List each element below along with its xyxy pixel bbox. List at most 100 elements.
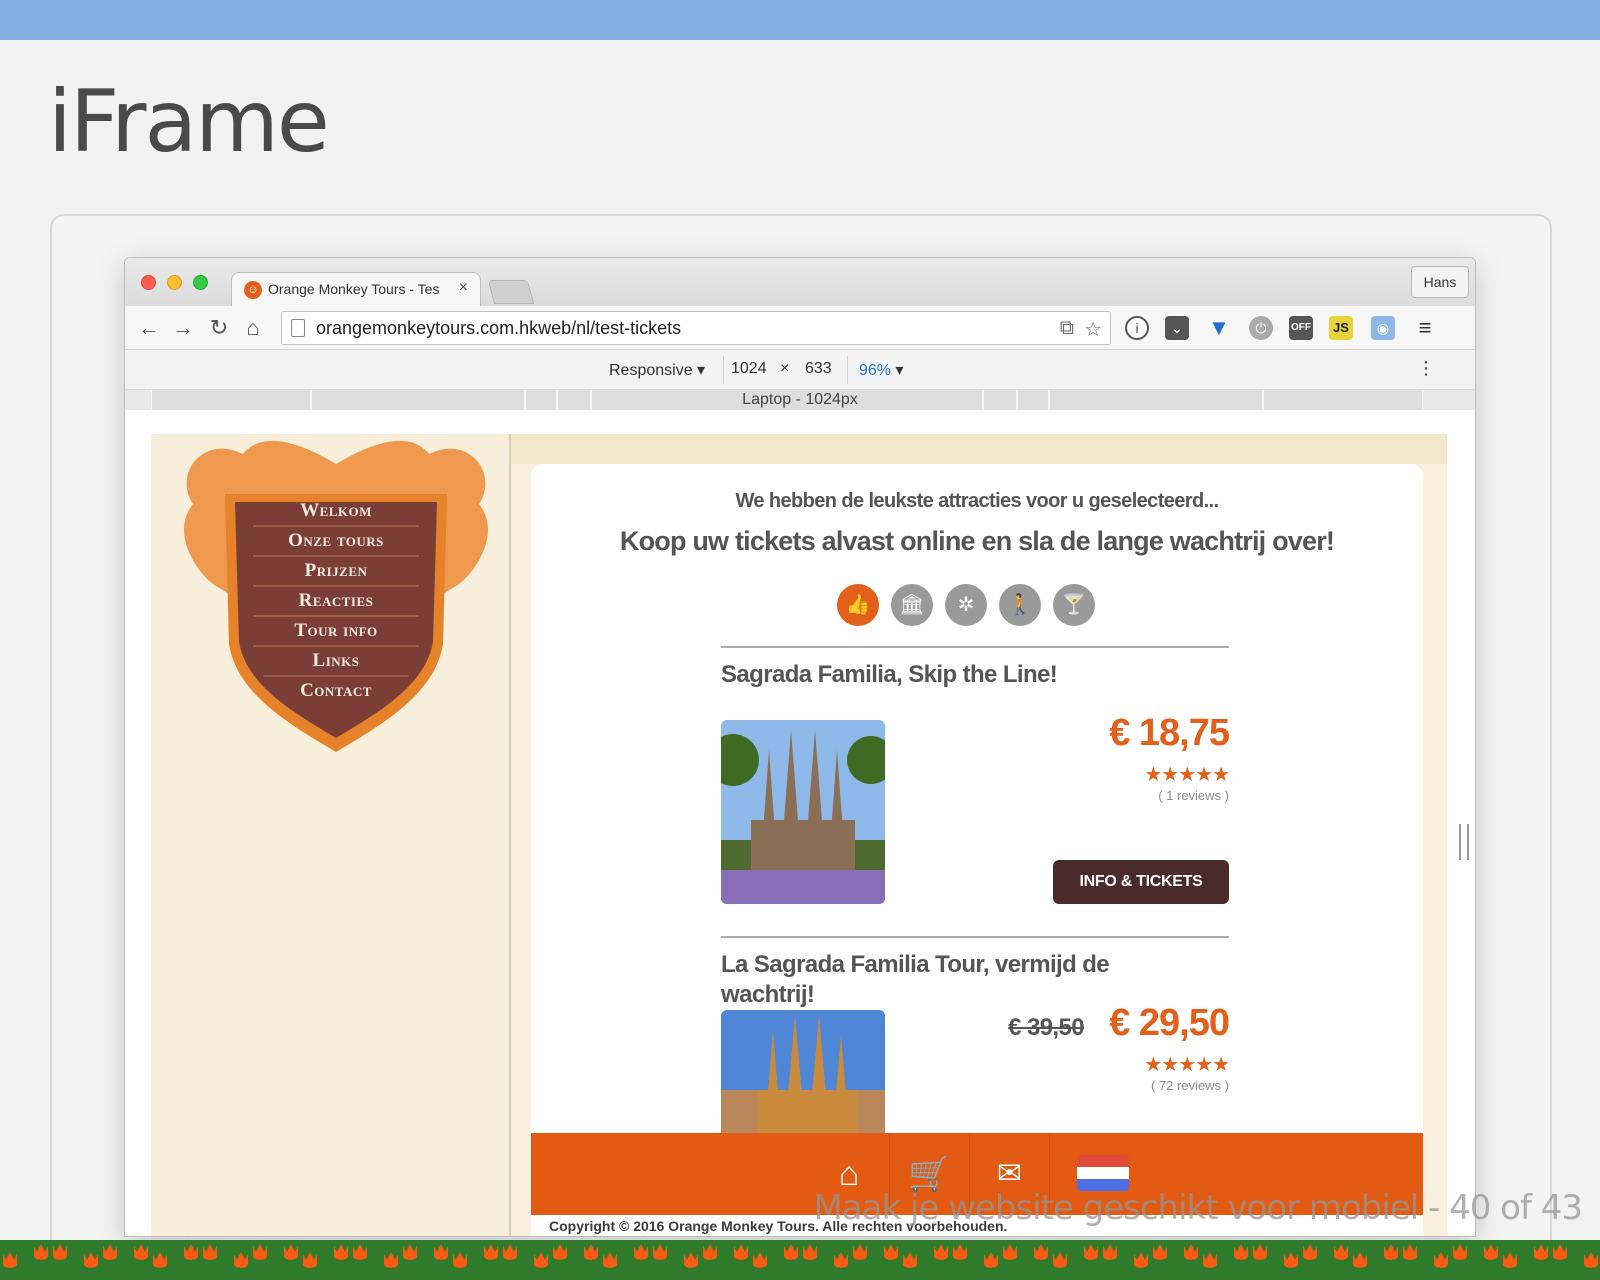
menu-item-reacties[interactable]: Reacties (237, 586, 435, 616)
tulip-icon (1453, 1244, 1467, 1260)
tulip-icon (134, 1244, 148, 1260)
tulip-icon (553, 1244, 567, 1260)
tulip-icon (1103, 1244, 1117, 1260)
menu-icon[interactable]: ≡ (1413, 316, 1437, 340)
profile-button[interactable]: Hans (1411, 266, 1469, 298)
info-icon[interactable]: i (1125, 316, 1149, 340)
tulip-icon (1284, 1252, 1298, 1268)
emulated-viewport: Welkom Onze tours Prijzen Reacties Tour … (151, 434, 1447, 1236)
sagrada-familia-photo[interactable] (721, 720, 885, 904)
media-query-label: Laptop - 1024px (742, 391, 858, 408)
bookmark-star-icon[interactable]: ☆ (1084, 317, 1102, 342)
tab-strip: ☺ Orange Monkey Tours - Tes × Hans (125, 258, 1475, 306)
address-bar[interactable]: orangemonkeytours.com.hkweb/nl/test-tick… (281, 311, 1111, 345)
product-title[interactable]: Sagrada Familia, Skip the Line! (721, 660, 1141, 690)
monkey-favicon-icon: ☺ (244, 281, 262, 299)
tulip-icon (53, 1244, 67, 1260)
page-icon (291, 319, 305, 337)
device-name: Responsive (609, 362, 693, 379)
js-icon[interactable]: JS (1329, 316, 1353, 340)
back-button[interactable]: ← (135, 314, 163, 342)
device-select[interactable]: Responsive ▾ (609, 360, 705, 380)
tulip-icon (1384, 1244, 1398, 1260)
tulip-icon (1503, 1252, 1517, 1268)
zoom-select[interactable]: 96% ▾ (859, 360, 904, 380)
camera-icon[interactable]: ◉ (1371, 316, 1395, 340)
url-text[interactable]: orangemonkeytours.com.hkweb/nl/test-tick… (316, 318, 681, 339)
tulip-icon (853, 1244, 867, 1260)
review-count[interactable]: ( 1 reviews ) (1158, 788, 1229, 803)
tulip-icon (1034, 1244, 1048, 1260)
review-count[interactable]: ( 72 reviews ) (1151, 1078, 1229, 1093)
tulip-icon (103, 1244, 117, 1260)
product-divider (721, 646, 1229, 648)
tulip-icon (784, 1244, 798, 1260)
product-title[interactable]: La Sagrada Familia Tour, vermijd de wach… (721, 950, 1141, 1010)
cocktail-icon[interactable]: 🍸 (1053, 584, 1095, 626)
blocked-popup-icon[interactable]: ⧉ (1060, 317, 1074, 340)
shield-icon[interactable]: ▼ (1207, 316, 1231, 340)
tulip-icon (353, 1244, 367, 1260)
tulip-icon (1403, 1244, 1417, 1260)
thumbs-up-icon[interactable]: 👍 (837, 584, 879, 626)
tulip-icon (984, 1252, 998, 1268)
tulip-icon (1534, 1244, 1548, 1260)
browser-tab[interactable]: ☺ Orange Monkey Tours - Tes × (231, 272, 481, 306)
home-button[interactable]: ⌂ (239, 314, 267, 342)
walking-icon[interactable]: 🚶 (999, 584, 1041, 626)
menu-item-welkom[interactable]: Welkom (237, 496, 435, 526)
menu-item-prijzen[interactable]: Prijzen (237, 556, 435, 586)
tulip-icon (734, 1244, 748, 1260)
reload-button[interactable]: ↻ (205, 314, 233, 342)
separator (847, 356, 848, 384)
info-tickets-button[interactable]: INFO & TICKETS (1053, 860, 1229, 904)
tulip-icon (534, 1252, 548, 1268)
tulip-icon (184, 1244, 198, 1260)
tulip-icon (234, 1252, 248, 1268)
tab-close-icon[interactable]: × (459, 279, 468, 297)
museum-icon[interactable]: 🏛 (891, 584, 933, 626)
menu-item-contact[interactable]: Contact (237, 676, 435, 706)
tulip-icon (1584, 1252, 1598, 1268)
tulip-icon (653, 1244, 667, 1260)
tagline: We hebben de leukste attracties voor u g… (735, 490, 1220, 512)
product-price: € 18,75 (1109, 712, 1230, 754)
more-options-icon[interactable]: ⋮ (1417, 358, 1435, 379)
maximize-window-button[interactable] (193, 275, 208, 290)
rating-stars: ★★★★★ (1144, 764, 1230, 786)
media-query-bar[interactable]: Laptop - 1024px (125, 390, 1475, 410)
width-input[interactable]: 1024 (731, 360, 767, 378)
tulip-icon (1184, 1244, 1198, 1260)
tulip-icon (953, 1244, 967, 1260)
tulip-icon (503, 1244, 517, 1260)
tulip-icon (384, 1252, 398, 1268)
browser-toolbar: ← → ↻ ⌂ orangemonkeytours.com.hkweb/nl/t… (125, 306, 1475, 350)
close-window-button[interactable] (141, 275, 156, 290)
tulip-icon (1303, 1244, 1317, 1260)
forward-button[interactable]: → (169, 314, 197, 342)
language-flag-nl[interactable] (1077, 1155, 1129, 1191)
product-card: Sagrada Familia, Skip the Line! € 18,75 … (721, 646, 1230, 906)
viewport-resize-handle[interactable] (1459, 824, 1469, 860)
minimize-window-button[interactable] (167, 275, 182, 290)
height-input[interactable]: 633 (805, 360, 832, 378)
power-icon[interactable]: ⏻ (1249, 316, 1273, 340)
tulip-icon (903, 1252, 917, 1268)
tulip-icon (403, 1244, 417, 1260)
tulip-icon (753, 1252, 767, 1268)
dimension-times-icon: × (780, 360, 790, 377)
off-icon[interactable]: OFF (1289, 316, 1313, 340)
menu-item-tour-info[interactable]: Tour info (237, 616, 435, 646)
browser-window: ☺ Orange Monkey Tours - Tes × Hans ← → ↻… (124, 257, 1476, 1237)
pocket-icon[interactable]: ⌄ (1165, 316, 1189, 340)
slide-footer: Maak je website geschikt voor mobiel - 4… (813, 1188, 1583, 1228)
menu-item-links[interactable]: Links (237, 646, 435, 676)
tulip-icon (1053, 1252, 1067, 1268)
tulip-icon (434, 1244, 448, 1260)
ferris-wheel-icon[interactable]: ✲ (945, 584, 987, 626)
tulip-icon (153, 1252, 167, 1268)
menu-item-onze-tours[interactable]: Onze tours (237, 526, 435, 556)
content-card: We hebben de leukste attracties voor u g… (531, 464, 1423, 1236)
tulip-icon (34, 1244, 48, 1260)
new-tab-button[interactable] (487, 280, 535, 304)
